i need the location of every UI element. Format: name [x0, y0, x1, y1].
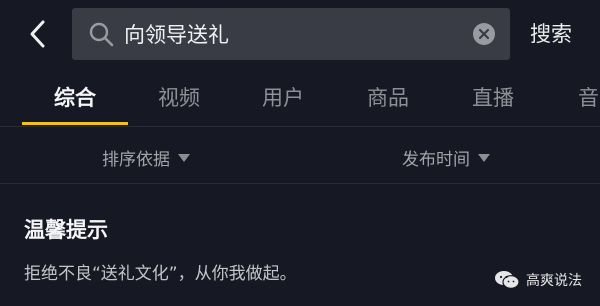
- tab-video[interactable]: 视频: [158, 82, 200, 112]
- search-box[interactable]: [72, 8, 510, 60]
- tab-products[interactable]: 商品: [367, 82, 409, 112]
- tab-comprehensive[interactable]: 综合: [54, 82, 96, 112]
- watermark-account-name: 高爽说法: [526, 273, 582, 289]
- top-bar: 搜索: [0, 0, 600, 74]
- clear-icon[interactable]: [472, 22, 496, 46]
- chevron-left-icon: [30, 20, 45, 48]
- tab-bar: 综合 视频 用户 商品 直播 音: [0, 74, 600, 127]
- sort-filter-label: 排序依据: [102, 150, 170, 170]
- notice-title: 温馨提示: [24, 218, 108, 242]
- active-tab-indicator: [22, 122, 128, 125]
- back-button[interactable]: [22, 18, 54, 50]
- tab-music[interactable]: 音: [578, 82, 599, 112]
- tab-live[interactable]: 直播: [472, 82, 514, 112]
- watermark: 高爽说法: [494, 270, 582, 290]
- filter-bar: 排序依据 发布时间: [0, 127, 600, 184]
- caret-down-icon: [478, 153, 490, 162]
- publish-time-filter[interactable]: 发布时间: [402, 145, 490, 170]
- search-icon: [89, 22, 114, 47]
- publish-time-filter-label: 发布时间: [402, 150, 470, 170]
- sort-filter[interactable]: 排序依据: [102, 145, 190, 170]
- wechat-icon: [495, 271, 520, 289]
- notice-text: 拒绝不良“送礼文化”，从你我做起。: [24, 264, 297, 284]
- search-input[interactable]: [124, 8, 454, 60]
- caret-down-icon: [178, 153, 190, 162]
- search-button[interactable]: 搜索: [530, 18, 572, 48]
- tab-users[interactable]: 用户: [262, 82, 304, 112]
